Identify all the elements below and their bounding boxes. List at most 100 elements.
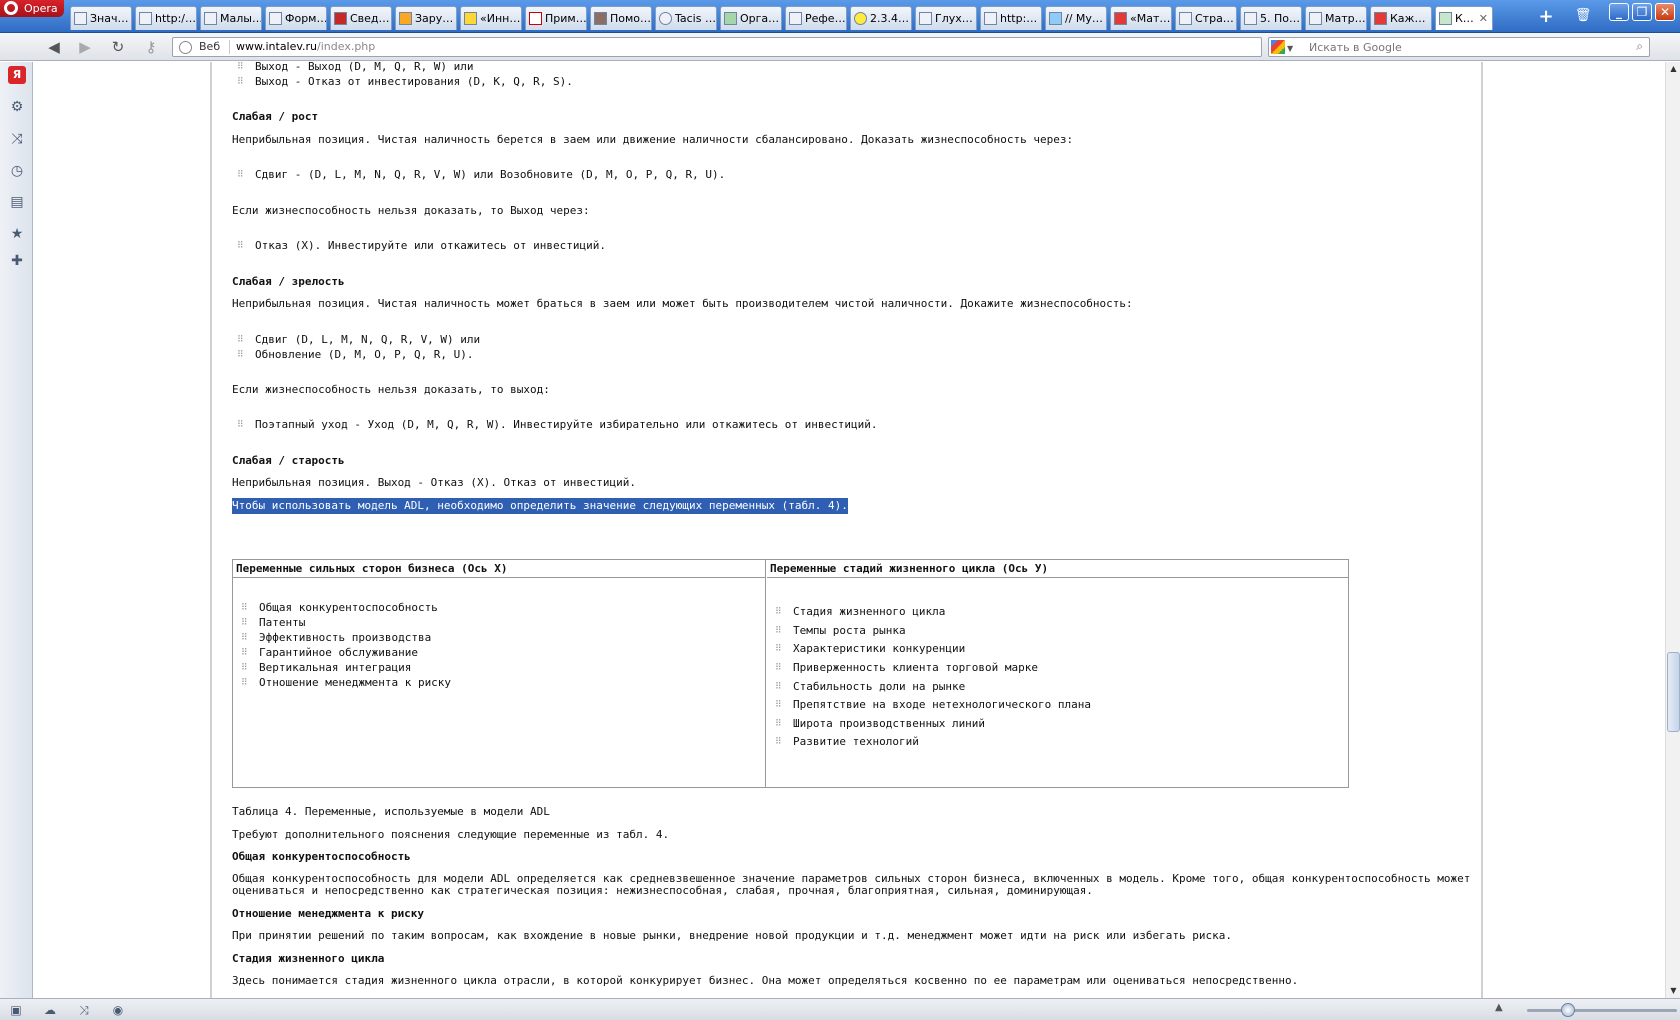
trash-icon[interactable]: 🗑 (1573, 8, 1593, 26)
page-icon (74, 12, 87, 25)
list-item: Сдвиг (D, L, M, N, Q, R, V, W) или (229, 332, 480, 348)
minimize-button[interactable]: _ (1609, 3, 1629, 21)
list-item: Сдвиг - (D, L, M, N, Q, R, V, W) или Воз… (229, 167, 725, 183)
panel-toggle-icon[interactable]: ▣ (8, 1002, 24, 1018)
back-arrow-icon[interactable]: ◀ (43, 37, 65, 57)
separator (229, 40, 230, 54)
divider (210, 62, 212, 998)
table-list-item: Стабильность доли на рынке (767, 679, 965, 695)
paragraph: Неприбыльная позиция. Чистая наличность … (232, 133, 1074, 146)
selected-paragraph[interactable]: Чтобы использовать модель ADL, необходим… (232, 498, 848, 514)
tab[interactable]: Каж… (1370, 6, 1432, 30)
opera-menu-button[interactable]: Opera (0, 0, 64, 17)
scroll-down-arrow-icon[interactable]: ▼ (1666, 984, 1680, 998)
tab[interactable]: Малы… (200, 6, 262, 30)
reload-icon[interactable]: ↻ (107, 37, 129, 57)
add-panel-icon[interactable]: ✚ (8, 252, 26, 270)
tab[interactable]: «Мат… (1110, 6, 1172, 30)
table-list-item: Характеристики конкуренции (767, 641, 965, 657)
chevron-down-icon: ▼ (1287, 44, 1294, 53)
search-field[interactable]: ▼ ⌕ (1268, 37, 1650, 57)
tab[interactable]: Рефе… (785, 6, 847, 30)
tab[interactable]: Матр… (1305, 6, 1367, 30)
table-header: Переменные сильных сторон бизнеса (Ось Х… (233, 560, 766, 578)
tab[interactable]: 2.3.4… (850, 6, 912, 30)
close-tab-icon[interactable]: ✕ (1479, 8, 1488, 30)
tab[interactable]: http:… (980, 6, 1042, 30)
notes-icon[interactable]: ▤ (8, 193, 26, 211)
share-icon[interactable]: ⤨ (76, 1002, 92, 1018)
status-bar: ▣ ☁ ⤨ ◉ ▲ (0, 998, 1680, 1020)
url-label: Веб (199, 40, 221, 53)
paragraph: оцениваться и непосредственно как страте… (232, 884, 1093, 897)
paragraph: Если жизнеспособность нельзя доказать, т… (232, 383, 550, 396)
forward-arrow-icon[interactable]: ▶ (74, 37, 96, 57)
page-icon (204, 12, 217, 25)
wand-key-icon[interactable]: ⚷ (140, 37, 162, 57)
tab-label: Рефе… (805, 11, 846, 25)
page-viewport: Выход - Выход (D, M, Q, R, W) или Выход … (34, 62, 1664, 998)
tab[interactable]: Помо… (590, 6, 652, 30)
tab[interactable]: Прим… (525, 6, 587, 30)
panel-sidebar: Я ⚙ ⤨ ◷ ▤ ★ ✚ (0, 62, 33, 998)
url-text[interactable]: www.intalev.ru/index.php (236, 38, 375, 56)
new-tab-button[interactable]: + (1535, 8, 1557, 28)
table-list-item: Патенты (233, 615, 305, 631)
tab[interactable]: 5. По… (1240, 6, 1302, 30)
paragraph: Неприбыльная позиция. Выход - Отказ (X).… (232, 476, 636, 489)
bookmarks-star-icon[interactable]: ★ (8, 225, 26, 243)
tab-label: Стра… (1195, 11, 1234, 25)
zoom-slider-handle[interactable] (1561, 1003, 1575, 1017)
tab-label: Свед… (350, 11, 390, 25)
table-list-item: Препятствие на входе нетехнологического … (767, 697, 1091, 713)
scrollbar-thumb[interactable] (1667, 652, 1680, 732)
share-icon[interactable]: ⤨ (8, 130, 26, 148)
tab[interactable]: Зару… (395, 6, 457, 30)
zoom-slider[interactable] (1527, 1009, 1677, 1012)
site-icon (789, 12, 802, 25)
tab[interactable]: «Инн… (460, 6, 522, 30)
tab[interactable]: Свед… (330, 6, 392, 30)
paragraph: Неприбыльная позиция. Чистая наличность … (232, 297, 1133, 310)
tab[interactable]: http:/… (135, 6, 197, 30)
tab[interactable]: Форм… (265, 6, 327, 30)
table-column-x: Переменные сильных сторон бизнеса (Ось Х… (233, 560, 766, 787)
search-icon[interactable]: ⌕ (1636, 39, 1643, 54)
gear-icon[interactable]: ⚙ (8, 98, 26, 116)
section-heading: Стадия жизненного цикла (232, 952, 385, 965)
tab[interactable]: // Му… (1045, 6, 1107, 30)
tab-label: Каж… (1390, 11, 1426, 25)
tab-bar: Opera Знач… http:/… Малы… Форм… Свед… За… (0, 0, 1680, 33)
close-window-button[interactable]: ✕ (1655, 3, 1675, 21)
url-field[interactable]: Веб www.intalev.ru/index.php (172, 37, 1262, 57)
tab-label: Глух… (935, 11, 973, 25)
speed-dial-icon[interactable]: ◉ (110, 1002, 126, 1018)
globe-icon (179, 41, 192, 54)
table-header: Переменные стадий жизненного цикла (Ось … (767, 560, 1348, 578)
scroll-up-arrow-icon[interactable]: ▲ (1666, 62, 1680, 76)
cloud-icon[interactable]: ☁ (42, 1002, 58, 1018)
search-engine-selector[interactable]: ▼ (1271, 40, 1301, 54)
divider (1481, 62, 1483, 998)
yandex-icon[interactable]: Я (8, 66, 26, 84)
tab-label: http:… (1000, 11, 1038, 25)
tab[interactable]: Стра… (1175, 6, 1237, 30)
tab-label: К… (1455, 11, 1474, 25)
zoom-up-arrow-icon[interactable]: ▲ (1495, 1002, 1503, 1013)
url-path: /index.php (317, 40, 376, 53)
search-input[interactable] (1309, 38, 1609, 56)
section-heading: Общая конкурентоспособность (232, 850, 411, 863)
tab-active[interactable]: К… ✕ (1435, 6, 1493, 30)
opera-menu-label: Opera (24, 2, 58, 15)
tab[interactable]: Знач… (70, 6, 132, 30)
tab-label: Прим… (545, 11, 587, 25)
table-list-item: Темпы роста рынка (767, 623, 906, 639)
maximize-button[interactable]: ❐ (1632, 3, 1652, 21)
site-icon (529, 12, 542, 25)
tab[interactable]: Глух… (915, 6, 977, 30)
tab[interactable]: Tacis … (655, 6, 717, 30)
site-icon (724, 12, 737, 25)
vertical-scrollbar[interactable]: ▲ ▼ (1665, 62, 1680, 998)
history-clock-icon[interactable]: ◷ (8, 162, 26, 180)
tab[interactable]: Орга… (720, 6, 782, 30)
